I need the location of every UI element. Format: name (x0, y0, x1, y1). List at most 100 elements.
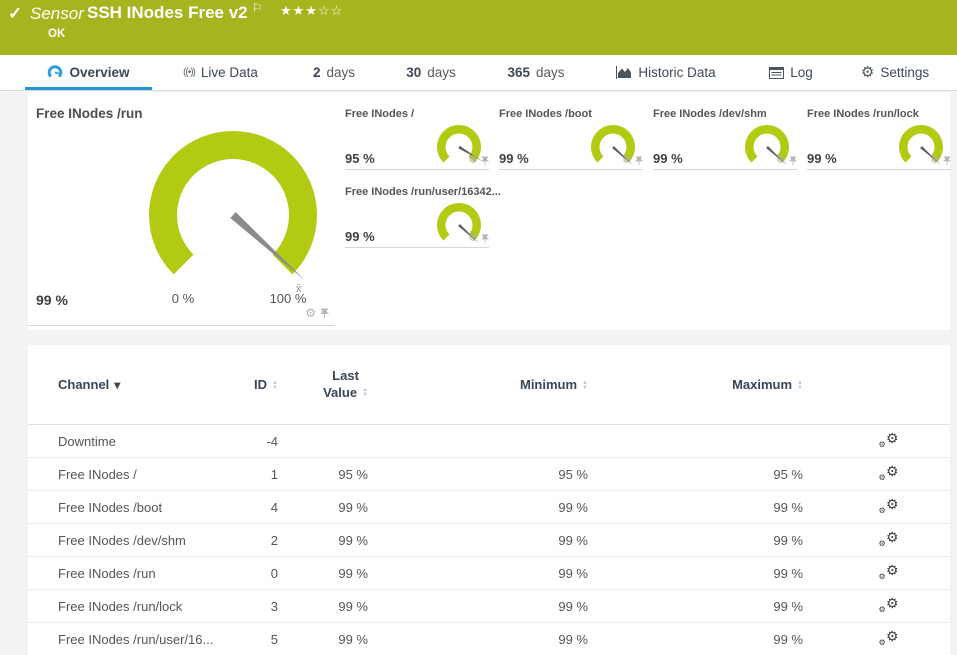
last-value: 99 % (338, 598, 368, 614)
channel-settings-icon[interactable]: ⚙ ⚙ (879, 596, 899, 614)
pin-icon[interactable] (481, 234, 489, 244)
gauge-settings-gear-icon[interactable]: ⚙ (622, 155, 632, 166)
gauge-settings-gear-icon[interactable]: ⚙ (468, 233, 478, 244)
tab-live-data[interactable]: ((•)) Live Data (168, 55, 273, 90)
tab-365-days[interactable]: 365 days (498, 55, 574, 90)
channel-name: Downtime (58, 433, 116, 449)
sort-caret-down-icon: ▾ (114, 378, 121, 392)
tab-bar: Overview ((•)) Live Data 2 days 30 days … (0, 55, 957, 91)
gauge-title: Free INodes / (345, 108, 415, 120)
primary-gauge-panel: Free INodes /run x̄ 0 % 100 % 99 % ⚙ (28, 92, 335, 326)
gauge-value: 99 % (807, 151, 837, 166)
gauge-value: 99 % (345, 229, 375, 244)
column-header-last-value[interactable]: Last Value ▲ ▼ (278, 368, 368, 402)
gauge-value: 99 % (499, 151, 529, 166)
channel-settings-icon[interactable]: ⚙ ⚙ (879, 530, 899, 548)
tab-30-days[interactable]: 30 days (396, 55, 466, 90)
pin-icon[interactable] (789, 156, 797, 166)
table-row: Downtime -4 ⚙ ⚙ (28, 425, 950, 458)
sensor-header: ✓ Sensor SSH INodes Free v2 ⚐ ★★★☆☆ OK (0, 0, 957, 55)
prtg-sensor-page: ✓ Sensor SSH INodes Free v2 ⚐ ★★★☆☆ OK O… (0, 0, 957, 655)
column-label: Channel (58, 377, 110, 392)
channel-id: 5 (270, 631, 278, 647)
last-value: 99 % (338, 565, 368, 581)
channel-settings-icon[interactable]: ⚙ ⚙ (879, 464, 899, 482)
channel-settings-icon[interactable]: ⚙ ⚙ (879, 563, 899, 581)
pin-icon[interactable] (481, 156, 489, 166)
last-value: 99 % (338, 532, 368, 548)
column-label: ID (254, 377, 268, 392)
tab-settings[interactable]: ⚙ Settings (853, 55, 937, 90)
sensor-title: SSH INodes Free v2 (87, 3, 248, 22)
maximum-value: 95 % (773, 466, 803, 482)
table-row: Free INodes / 1 95 % 95 % 95 % ⚙ ⚙ (28, 458, 950, 491)
maximum-value: 99 % (773, 631, 803, 647)
channel-table-body: Downtime -4 ⚙ ⚙ Free INodes / 1 95 % 95 %… (28, 425, 950, 655)
table-row: Free INodes /run/user/16... 5 99 % 99 % … (28, 623, 950, 655)
small-gauge-panel: Free INodes /run/user/16342... 99 % ⚙ (345, 186, 501, 248)
column-header-maximum[interactable]: Maximum ▲ ▼ (588, 377, 803, 392)
log-list-icon (769, 66, 785, 79)
gauge-value: 95 % (345, 151, 375, 166)
last-value: 95 % (338, 466, 368, 482)
channel-settings-icon[interactable]: ⚙ ⚙ (879, 497, 899, 515)
column-header-id[interactable]: ID ▲ ▼ (248, 377, 278, 392)
channel-id: 4 (270, 499, 278, 515)
channel-id: 0 (270, 565, 278, 581)
minimum-value: 99 % (558, 631, 588, 647)
channel-id: -4 (266, 433, 278, 449)
channel-id: 1 (270, 466, 278, 482)
table-row: Free INodes /dev/shm 2 99 % 99 % 99 % ⚙ ⚙ (28, 524, 950, 557)
channel-name: Free INodes / (58, 466, 137, 482)
flag-icon[interactable]: ⚐ (252, 1, 263, 15)
minimum-value: 99 % (558, 565, 588, 581)
status-check-icon: ✓ (8, 4, 23, 23)
gauge-value: 99 % (36, 292, 68, 308)
tab-label: Historic Data (638, 65, 716, 80)
gauges-panel: Free INodes /run x̄ 0 % 100 % 99 % ⚙ Fre… (28, 92, 951, 330)
minimum-value: 95 % (558, 466, 588, 482)
column-header-minimum[interactable]: Minimum ▲ ▼ (368, 377, 588, 392)
channel-name: Free INodes /run/user/16... (58, 631, 214, 647)
pin-icon[interactable] (635, 156, 643, 166)
channel-settings-icon[interactable]: ⚙ ⚙ (879, 431, 899, 449)
maximum-value: 99 % (773, 532, 803, 548)
column-label: Value (323, 384, 358, 400)
gauge-min-label: 0 % (171, 291, 195, 306)
column-header-channel[interactable]: Channel ▾ (58, 377, 248, 392)
gauge-settings-gear-icon[interactable]: ⚙ (776, 155, 786, 166)
tab-2-days[interactable]: 2 days (303, 55, 365, 90)
channel-name: Free INodes /run (58, 565, 156, 581)
gauge-settings-gear-icon[interactable]: ⚙ (930, 155, 940, 166)
table-row: Free INodes /boot 4 99 % 99 % 99 % ⚙ ⚙ (28, 491, 950, 524)
gauge-max-label: 100 % (269, 291, 307, 306)
tab-label: Overview (69, 65, 130, 80)
last-value: 99 % (338, 499, 368, 515)
small-gauge-panel: Free INodes /dev/shm 99 % ⚙ (653, 108, 797, 170)
tab-log[interactable]: Log (760, 55, 822, 90)
tab-number: 365 (507, 65, 530, 80)
channel-settings-icon[interactable]: ⚙ ⚙ (879, 629, 899, 647)
gauge-settings-gear-icon[interactable]: ⚙ (305, 307, 316, 319)
tab-overview[interactable]: Overview (25, 55, 152, 90)
tab-label: Log (790, 65, 813, 80)
area-chart-icon (616, 66, 632, 79)
channel-name: Free INodes /run/lock (58, 598, 183, 614)
priority-stars[interactable]: ★★★☆☆ (280, 3, 343, 19)
small-gauge-panel: Free INodes /boot 99 % ⚙ (499, 108, 643, 170)
gauge-settings-gear-icon[interactable]: ⚙ (468, 155, 478, 166)
gear-icon: ⚙ (860, 64, 875, 81)
tab-label: Live Data (200, 65, 258, 80)
broadcast-icon: ((•)) (183, 67, 196, 78)
tab-number: 30 (406, 65, 422, 80)
minimum-value: 99 % (558, 532, 588, 548)
small-gauge-panel: Free INodes /run/lock 99 % ⚙ (807, 108, 951, 170)
tab-label: days (326, 65, 356, 80)
column-label: Minimum (519, 377, 578, 392)
tab-historic-data[interactable]: Historic Data (608, 55, 724, 90)
pin-icon[interactable] (320, 308, 329, 319)
pin-icon[interactable] (943, 156, 951, 166)
minimum-value: 99 % (558, 598, 588, 614)
sensor-status-badge: OK (48, 28, 66, 40)
channel-name: Free INodes /dev/shm (58, 532, 186, 548)
